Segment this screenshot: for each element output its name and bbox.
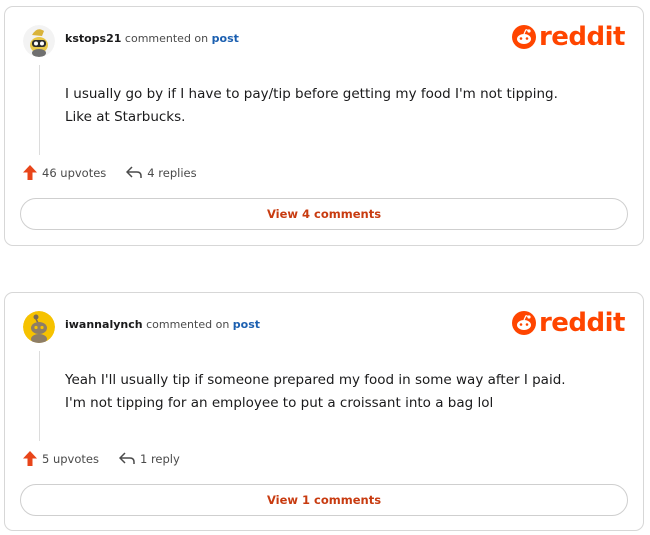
replies-button[interactable]: 1 reply [118,451,180,466]
reddit-logo: reddit [511,308,626,338]
upvote-button[interactable]: 46 upvotes [23,165,106,180]
comment-actions: 5 upvotes 1 reply [23,451,180,466]
view-comments-button[interactable]: View 1 comments [20,484,628,516]
username[interactable]: kstops21 [65,32,121,45]
username[interactable]: iwannalynch [65,318,143,331]
reddit-wordmark: reddit [538,22,626,52]
comment-body: Yeah I'll usually tip if someone prepare… [65,372,566,411]
comment-body: I usually go by if I have to pay/tip bef… [65,86,558,125]
upvote-count: 46 upvotes [42,165,107,180]
comment-header: iwannalynch commented on post [65,318,260,331]
thread-line [39,351,40,441]
upvote-count: 5 upvotes [42,451,99,466]
post-link[interactable]: post [212,32,239,45]
reddit-wordmark: reddit [538,308,626,338]
comment-card: kstops21 commented on post reddit I usua… [4,6,644,246]
snoo-avatar-icon[interactable] [23,311,55,343]
reply-arrow-icon [118,452,135,464]
action-text: commented on [124,32,209,45]
thread-line [39,65,40,155]
upvote-button[interactable]: 5 upvotes [23,451,99,466]
comment-card: iwannalynch commented on post reddit Yea… [4,292,644,531]
reddit-snoo-icon [511,311,536,335]
upvote-arrow-icon [23,451,37,466]
reddit-snoo-icon [511,25,536,49]
upvote-arrow-icon [23,165,37,180]
action-text: commented on [146,318,230,331]
comment-actions: 46 upvotes 4 replies [23,165,197,180]
reply-arrow-icon [126,166,143,178]
replies-count: 1 reply [139,451,180,466]
snoo-avatar-icon[interactable] [23,25,55,57]
post-link[interactable]: post [233,318,260,331]
replies-count: 4 replies [147,165,197,180]
reddit-logo: reddit [511,22,626,52]
replies-button[interactable]: 4 replies [126,165,197,180]
view-comments-button[interactable]: View 4 comments [20,198,628,230]
comment-header: kstops21 commented on post [65,32,239,45]
